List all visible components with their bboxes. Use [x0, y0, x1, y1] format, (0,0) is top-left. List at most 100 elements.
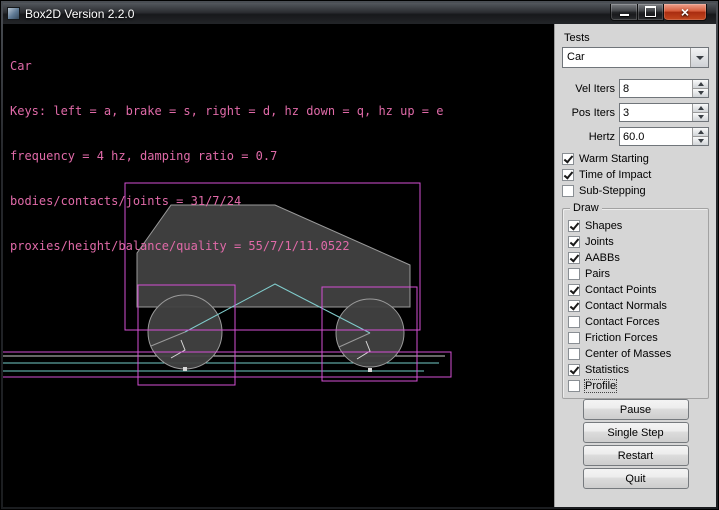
debug-text-overlay: Car Keys: left = a, brake = s, right = d… — [10, 29, 443, 284]
pos-iters-input[interactable] — [620, 104, 692, 121]
overlay-line-proxies: proxies/height/balance/quality = 55/7/1/… — [10, 239, 443, 254]
tests-dropdown-button[interactable] — [690, 48, 708, 67]
single-step-button[interactable]: Single Step — [583, 422, 689, 443]
pause-button[interactable]: Pause — [583, 399, 689, 420]
spin-up-icon — [698, 130, 704, 134]
spin-up-icon — [698, 82, 704, 86]
checkbox-statistics[interactable]: Statistics — [568, 362, 703, 378]
titlebar[interactable]: Box2D Version 2.2.0 × — [3, 3, 716, 24]
vel-iters-spin-buttons — [692, 80, 708, 97]
checkbox-contact-points[interactable]: Contact Points — [568, 282, 703, 298]
vel-iters-spinner — [619, 79, 709, 98]
checkbox-box[interactable] — [568, 284, 580, 296]
close-button[interactable]: × — [664, 4, 707, 21]
checkbox-warm-starting[interactable]: Warm Starting — [562, 151, 709, 167]
pos-iters-label: Pos Iters — [572, 107, 615, 119]
vel-iters-label: Vel Iters — [575, 83, 615, 95]
spin-down-icon — [698, 139, 704, 143]
checkbox-box[interactable] — [568, 300, 580, 312]
checkbox-label: Friction Forces — [585, 332, 658, 344]
tests-label: Tests — [564, 32, 709, 44]
checkbox-contact-normals[interactable]: Contact Normals — [568, 298, 703, 314]
checkbox-label: Contact Points — [585, 284, 657, 296]
checkbox-box[interactable] — [568, 236, 580, 248]
window-controls: × — [610, 4, 707, 21]
close-icon: × — [681, 5, 689, 20]
box2d-window: Box2D Version 2.2.0 × — [0, 0, 719, 510]
checkbox-contact-forces[interactable]: Contact Forces — [568, 314, 703, 330]
pos-iters-down-button[interactable] — [693, 112, 708, 121]
hertz-spin-buttons — [692, 128, 708, 145]
checkbox-sub-stepping[interactable]: Sub-Stepping — [562, 183, 709, 199]
checkbox-label: Shapes — [585, 220, 622, 232]
checkbox-label: Profile — [585, 380, 616, 392]
checkbox-box[interactable] — [562, 185, 574, 197]
checkbox-center-of-masses[interactable]: Center of Masses — [568, 346, 703, 362]
hertz-spinner — [619, 127, 709, 146]
hertz-up-button[interactable] — [693, 128, 708, 136]
pos-iters-spin-buttons — [692, 104, 708, 121]
spin-up-icon — [698, 106, 704, 110]
hertz-label: Hertz — [589, 131, 615, 143]
checkbox-box[interactable] — [562, 169, 574, 181]
vel-iters-up-button[interactable] — [693, 80, 708, 88]
checkbox-label: Time of Impact — [579, 169, 651, 181]
hertz-down-button[interactable] — [693, 136, 708, 145]
checkbox-aabbs[interactable]: AABBs — [568, 250, 703, 266]
spin-down-icon — [698, 91, 704, 95]
checkbox-box[interactable] — [568, 332, 580, 344]
checkbox-box[interactable] — [568, 268, 580, 280]
checkbox-label: Contact Forces — [585, 316, 660, 328]
checkbox-joints[interactable]: Joints — [568, 234, 703, 250]
overlay-line-keys: Keys: left = a, brake = s, right = d, hz… — [10, 104, 443, 119]
draw-group: Draw Shapes Joints AABBs Pairs — [562, 208, 709, 399]
checkbox-label: Joints — [585, 236, 614, 248]
pos-iters-row: Pos Iters — [562, 103, 709, 122]
checkbox-label: Sub-Stepping — [579, 185, 646, 197]
simulation-viewport[interactable]: Car Keys: left = a, brake = s, right = d… — [3, 24, 554, 507]
quit-button[interactable]: Quit — [583, 468, 689, 489]
checkbox-time-of-impact[interactable]: Time of Impact — [562, 167, 709, 183]
checkbox-box[interactable] — [568, 364, 580, 376]
maximize-button[interactable] — [637, 4, 664, 21]
checkbox-friction-forces[interactable]: Friction Forces — [568, 330, 703, 346]
hertz-row: Hertz — [562, 127, 709, 146]
minimize-button[interactable] — [610, 4, 637, 21]
overlay-line-bodies: bodies/contacts/joints = 31/7/24 — [10, 194, 443, 209]
checkbox-profile[interactable]: Profile — [568, 378, 703, 394]
spin-down-icon — [698, 115, 704, 119]
window-content: Car Keys: left = a, brake = s, right = d… — [3, 24, 716, 507]
checkbox-box[interactable] — [562, 153, 574, 165]
vel-iters-down-button[interactable] — [693, 88, 708, 97]
checkbox-box[interactable] — [568, 348, 580, 360]
checkbox-label: Warm Starting — [579, 153, 649, 165]
overlay-line-test-name: Car — [10, 59, 443, 74]
chevron-down-icon — [696, 56, 704, 60]
checkbox-label: AABBs — [585, 252, 620, 264]
pos-iters-spinner — [619, 103, 709, 122]
control-panel: Tests Car Vel Iters Pos Iters — [554, 24, 716, 507]
app-icon — [7, 7, 20, 20]
checkbox-pairs[interactable]: Pairs — [568, 266, 703, 282]
draw-group-label: Draw — [570, 202, 602, 214]
window-title: Box2D Version 2.2.0 — [25, 7, 134, 21]
tests-dropdown-value: Car — [563, 48, 690, 67]
hertz-input[interactable] — [620, 128, 692, 145]
checkbox-box[interactable] — [568, 380, 580, 392]
pos-iters-up-button[interactable] — [693, 104, 708, 112]
checkbox-label: Contact Normals — [585, 300, 667, 312]
checkbox-label: Statistics — [585, 364, 629, 376]
vel-iters-input[interactable] — [620, 80, 692, 97]
vel-iters-row: Vel Iters — [562, 79, 709, 98]
minimize-icon — [620, 11, 629, 16]
checkbox-label: Center of Masses — [585, 348, 671, 360]
maximize-icon — [645, 6, 656, 17]
tests-dropdown[interactable]: Car — [562, 47, 709, 68]
restart-button[interactable]: Restart — [583, 445, 689, 466]
checkbox-box[interactable] — [568, 252, 580, 264]
checkbox-label: Pairs — [585, 268, 610, 280]
checkbox-shapes[interactable]: Shapes — [568, 218, 703, 234]
checkbox-box[interactable] — [568, 316, 580, 328]
checkbox-box[interactable] — [568, 220, 580, 232]
overlay-line-frequency: frequency = 4 hz, damping ratio = 0.7 — [10, 149, 443, 164]
